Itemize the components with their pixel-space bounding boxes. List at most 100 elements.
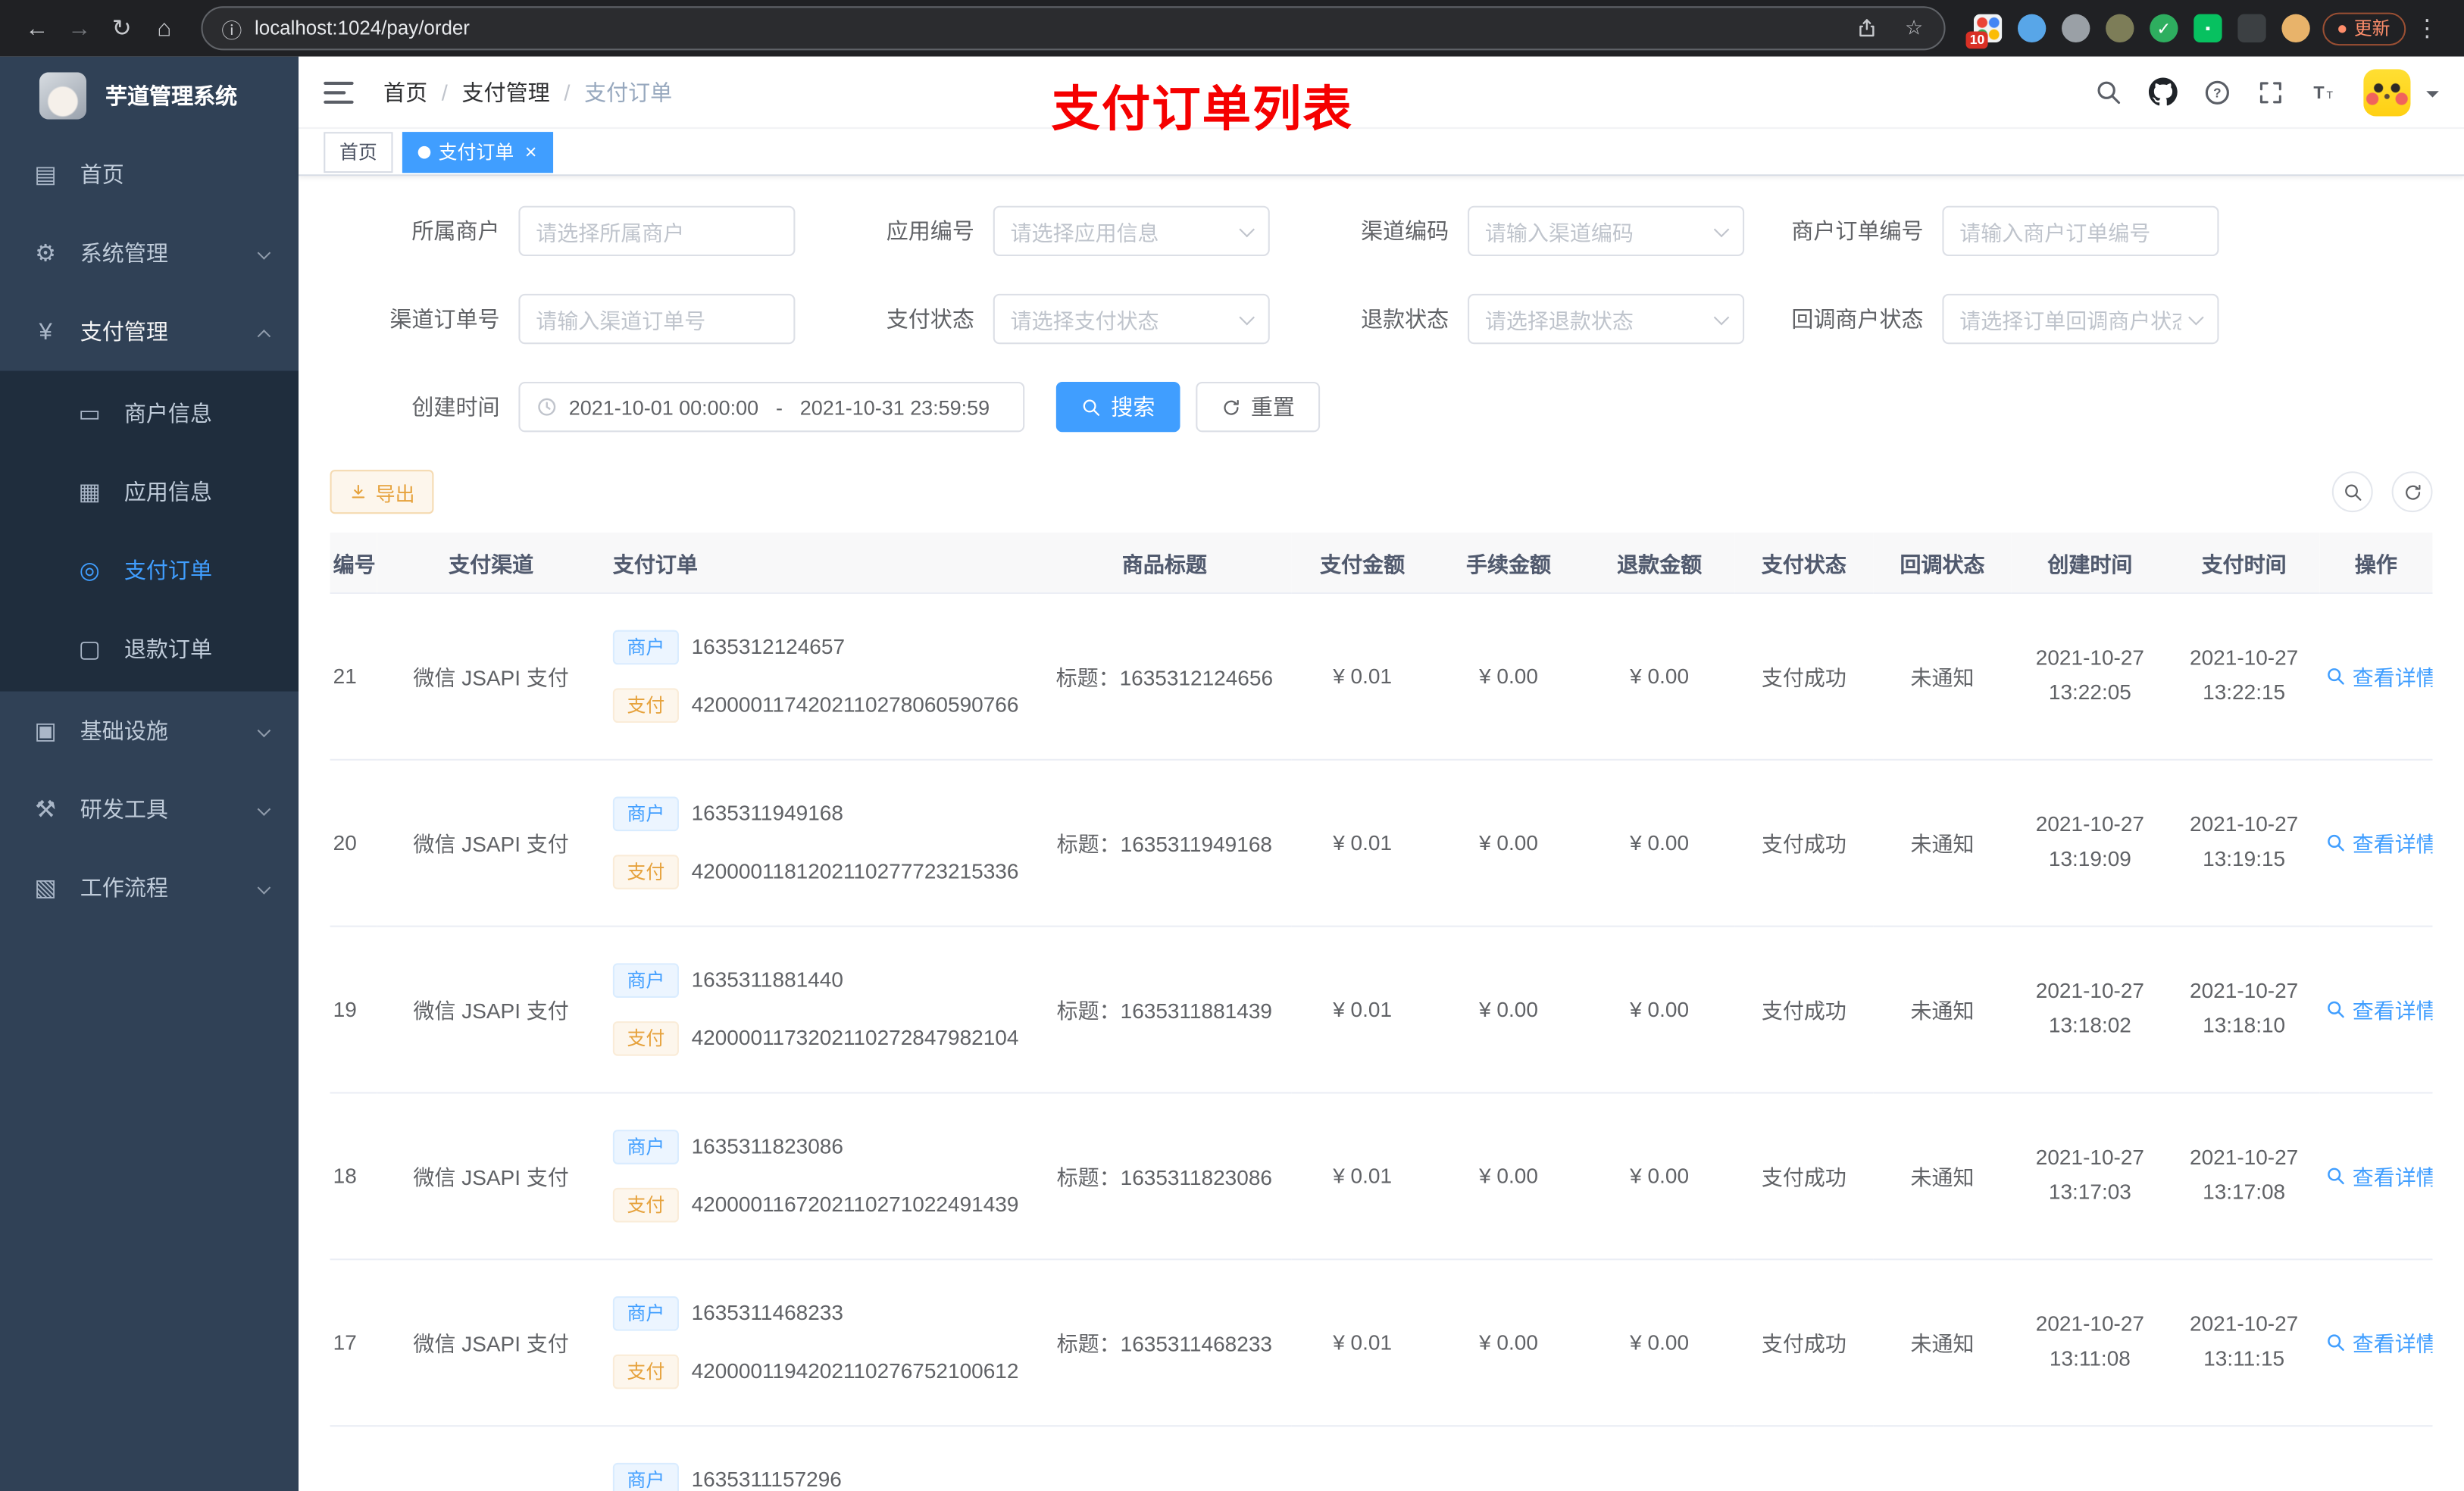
help-icon[interactable] <box>2203 78 2231 106</box>
breadcrumb: 首页 / 支付管理 / 支付订单 <box>383 77 672 108</box>
chevron-down-icon <box>257 802 271 816</box>
notify-status-label: 回调商户状态 <box>1791 306 1924 332</box>
chevron-down-icon <box>257 724 271 738</box>
close-tab-icon[interactable]: × <box>525 142 537 162</box>
extensions-puzzle-icon[interactable] <box>2237 14 2266 42</box>
github-icon[interactable] <box>2148 77 2178 107</box>
sidebar-item-home[interactable]: ▤ 首页 <box>0 135 299 214</box>
browser-update-button[interactable]: 更新 <box>2322 11 2406 45</box>
extension-colorful-icon[interactable]: 10 <box>1965 14 2003 49</box>
extension-check-icon[interactable]: ✓ <box>2150 14 2178 42</box>
user-avatar[interactable] <box>2363 68 2411 116</box>
table-row: 18 微信 JSAPI 支付 商户 1635311823086 支付 42000… <box>330 1092 2433 1260</box>
view-detail-link[interactable]: 查看详情 <box>2325 1160 2433 1191</box>
sidebar-item-infrastructure[interactable]: ▣ 基础设施 <box>0 692 299 771</box>
navbar-actions <box>2095 68 2439 116</box>
font-size-icon[interactable] <box>2310 78 2338 106</box>
forward-icon[interactable]: → <box>58 7 101 49</box>
col-order: 支付订单 <box>612 552 698 577</box>
tab-home[interactable]: 首页 <box>324 131 393 173</box>
address-bar[interactable]: ⓘ localhost:1024/pay/order ☆ <box>201 6 1946 51</box>
breadcrumb-pay-management[interactable]: 支付管理 <box>462 77 550 108</box>
sidebar-item-devtools[interactable]: ⚒ 研发工具 <box>0 770 299 849</box>
channel-code-input[interactable]: 请输入渠道编码 <box>1468 205 1745 257</box>
breadcrumb-home[interactable]: 首页 <box>383 77 427 108</box>
app-logo[interactable]: 芋道管理系统 <box>0 57 299 136</box>
view-detail-link[interactable]: 查看详情 <box>2325 1327 2433 1358</box>
cell-order: 商户 1635312124657 支付 42000011742021102780… <box>605 592 1037 761</box>
refund-status-label: 退款状态 <box>1361 306 1449 332</box>
toggle-search-icon[interactable] <box>2331 471 2373 513</box>
cell-fee <box>1433 1425 1584 1491</box>
card-icon: ▭ <box>78 400 101 428</box>
sidebar-item-pay-order[interactable]: ◎ 支付订单 <box>0 531 299 610</box>
reload-icon[interactable]: ↻ <box>101 7 143 49</box>
view-detail-link[interactable]: 查看详情 <box>2325 827 2433 858</box>
table-row: 17 微信 JSAPI 支付 商户 1635311468233 支付 42000… <box>330 1258 2433 1427</box>
export-button[interactable]: 导出 <box>330 470 434 514</box>
active-tab-dot-icon <box>417 145 431 158</box>
sidebar-item-payment[interactable]: ¥ 支付管理 <box>0 292 299 371</box>
sidebar-item-refund-order[interactable]: ▢ 退款订单 <box>0 610 299 689</box>
view-detail-link[interactable]: 查看详情 <box>2325 660 2433 691</box>
channel-order-no-input[interactable]: 请输入渠道订单号 <box>518 294 796 345</box>
cell-refund: ¥ 0.00 <box>1584 759 1735 927</box>
extension-badge: 10 <box>1965 31 1989 49</box>
search-button[interactable]: 搜索 <box>1055 382 1180 433</box>
create-time-range-picker[interactable]: 2021-10-01 00:00:00 - 2021-10-31 23:59:5… <box>518 382 1025 433</box>
merchant-select[interactable]: 请选择所属商户 <box>518 205 796 257</box>
search-icon[interactable] <box>2095 78 2123 106</box>
browser-menu-icon[interactable]: ⋮ <box>2406 7 2448 49</box>
extension-drop-icon[interactable] <box>2017 14 2047 42</box>
cell-fee: ¥ 0.00 <box>1433 925 1584 1093</box>
refund-status-select[interactable]: 请选择退款状态 <box>1468 294 1745 345</box>
sidebar-item-system[interactable]: ⚙ 系统管理 <box>0 214 299 292</box>
cell-channel: 微信 JSAPI 支付 <box>377 592 605 761</box>
cell-action: 查看详情 <box>2319 1425 2433 1491</box>
refresh-table-icon[interactable] <box>2391 471 2433 513</box>
merchant-label: 所属商户 <box>411 218 500 244</box>
pay-status-select[interactable]: 请选择支付状态 <box>993 294 1270 345</box>
reset-button[interactable]: 重置 <box>1196 382 1321 433</box>
page-title: 支付订单列表 <box>1051 81 1353 137</box>
cell-status: 支付成功 <box>1734 925 1874 1093</box>
sidebar-item-workflow[interactable]: ▧ 工作流程 <box>0 849 299 927</box>
screen: ← → ↻ ⌂ ⓘ localhost:1024/pay/order ☆ 10 … <box>0 0 2464 1491</box>
fullscreen-icon[interactable] <box>2256 78 2284 106</box>
sidebar-toggle-icon[interactable] <box>324 81 354 104</box>
filter-row-1: 所属商户 请选择所属商户 应用编号 请选择应用信息 渠道编码 请输入渠道编码 商… <box>330 205 2433 257</box>
site-info-icon[interactable]: ⓘ <box>221 14 242 43</box>
col-fee: 手续金额 <box>1466 552 1552 577</box>
notify-status-select[interactable]: 请选择订单回调商户状态 <box>1942 294 2219 345</box>
back-icon[interactable]: ← <box>16 7 58 49</box>
cell-fee: ¥ 0.00 <box>1433 1258 1584 1427</box>
user-menu-caret-icon[interactable] <box>2426 90 2439 104</box>
merchant-order-no-input[interactable]: 请输入商户订单编号 <box>1942 205 2219 257</box>
cell-refund: ¥ 0.00 <box>1584 1258 1735 1427</box>
breadcrumb-separator: / <box>564 80 571 105</box>
sidebar-item-merchant-info[interactable]: ▭ 商户信息 <box>0 374 299 453</box>
search-icon <box>2325 999 2346 1019</box>
cell-amount: ¥ 0.01 <box>1291 1092 1434 1260</box>
extension-chat-icon[interactable]: ▪ <box>2194 14 2222 42</box>
cell-action: 查看详情 <box>2319 1258 2433 1427</box>
tab-pay-order[interactable]: 支付订单 × <box>402 131 553 173</box>
cell-created: 2021-10-27 13:18:02 <box>2011 925 2169 1093</box>
share-icon[interactable] <box>1850 11 1884 46</box>
profile-avatar-icon[interactable] <box>2281 14 2310 42</box>
cell-refund: ¥ 0.00 <box>1584 1092 1735 1260</box>
sidebar-item-app-info[interactable]: ▦ 应用信息 <box>0 452 299 531</box>
menu-label: 首页 <box>80 161 124 187</box>
bookmark-star-icon[interactable]: ☆ <box>1896 11 1931 46</box>
extension-olive-icon[interactable] <box>2106 14 2134 42</box>
app-select[interactable]: 请选择应用信息 <box>993 205 1270 257</box>
home-icon[interactable]: ⌂ <box>143 7 186 49</box>
col-status: 支付状态 <box>1761 552 1846 577</box>
col-action: 操作 <box>2354 552 2397 577</box>
merchant-order-no: 1635311949168 <box>691 802 843 826</box>
page-content: 所属商户 请选择所属商户 应用编号 请选择应用信息 渠道编码 请输入渠道编码 商… <box>299 177 2464 1491</box>
extension-gray-icon[interactable] <box>2062 14 2090 42</box>
view-detail-link[interactable]: 查看详情 <box>2325 993 2433 1024</box>
create-time-label: 创建时间 <box>411 394 500 420</box>
sidebar-menu: ▤ 首页 ⚙ 系统管理 ¥ 支付管理 ▭ 商户信息 ▦ 应用信息 ◎ 支付订单 … <box>0 135 299 927</box>
